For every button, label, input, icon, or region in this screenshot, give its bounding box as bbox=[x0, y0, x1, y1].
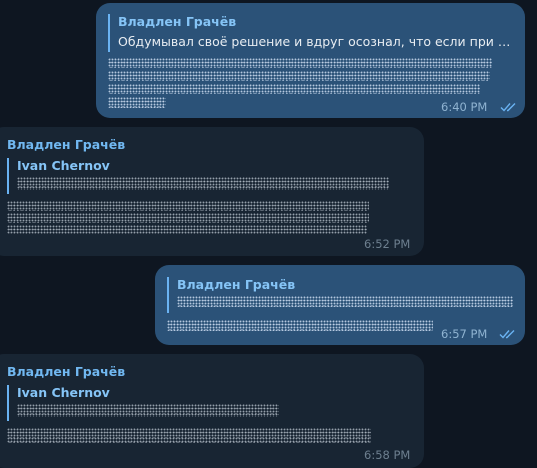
spoiler-text[interactable] bbox=[17, 404, 279, 417]
spoiler-text[interactable] bbox=[177, 296, 513, 307]
message-time: 6:57 PM bbox=[441, 327, 488, 341]
spoiler-text[interactable] bbox=[108, 58, 492, 68]
reply-author: Владлен Грачёв bbox=[118, 14, 237, 29]
reply-author: Владлен Грачёв bbox=[177, 277, 296, 292]
message-time: 6:58 PM bbox=[364, 448, 411, 462]
reply-quote[interactable]: Владлен Грачёв Обдумывал своё решение и … bbox=[108, 14, 513, 52]
message-bubble-incoming[interactable]: Владлен Грачёв Ivan Chernov 6:52 PM bbox=[0, 127, 424, 256]
sender-name: Владлен Грачёв bbox=[7, 364, 126, 379]
spoiler-text[interactable] bbox=[7, 428, 371, 443]
sender-name: Владлен Грачёв bbox=[7, 137, 126, 152]
spoiler-text[interactable] bbox=[17, 177, 389, 190]
message-bubble-incoming[interactable]: Владлен Грачёв Ivan Chernov 6:58 PM bbox=[0, 354, 424, 468]
message-bubble-outgoing[interactable]: Владлен Грачёв Обдумывал своё решение и … bbox=[96, 3, 525, 118]
double-check-icon bbox=[499, 330, 515, 339]
reply-quote[interactable]: Владлен Грачёв bbox=[167, 277, 515, 313]
spoiler-text[interactable] bbox=[108, 84, 480, 94]
spoiler-text[interactable] bbox=[7, 201, 369, 211]
spoiler-text[interactable] bbox=[7, 213, 369, 223]
reply-preview: Обдумывал своё решение и вдруг осознал, … bbox=[118, 34, 513, 49]
message-time: 6:40 PM bbox=[441, 100, 488, 114]
spoiler-text[interactable] bbox=[7, 225, 367, 234]
double-check-icon bbox=[500, 103, 516, 112]
spoiler-text[interactable] bbox=[108, 97, 166, 108]
message-bubble-outgoing[interactable]: Владлен Грачёв 6:57 PM bbox=[155, 265, 525, 345]
reply-author: Ivan Chernov bbox=[17, 158, 110, 173]
reply-author: Ivan Chernov bbox=[17, 385, 110, 400]
spoiler-text[interactable] bbox=[108, 71, 490, 81]
message-time: 6:52 PM bbox=[364, 237, 411, 251]
spoiler-text[interactable] bbox=[167, 320, 433, 331]
